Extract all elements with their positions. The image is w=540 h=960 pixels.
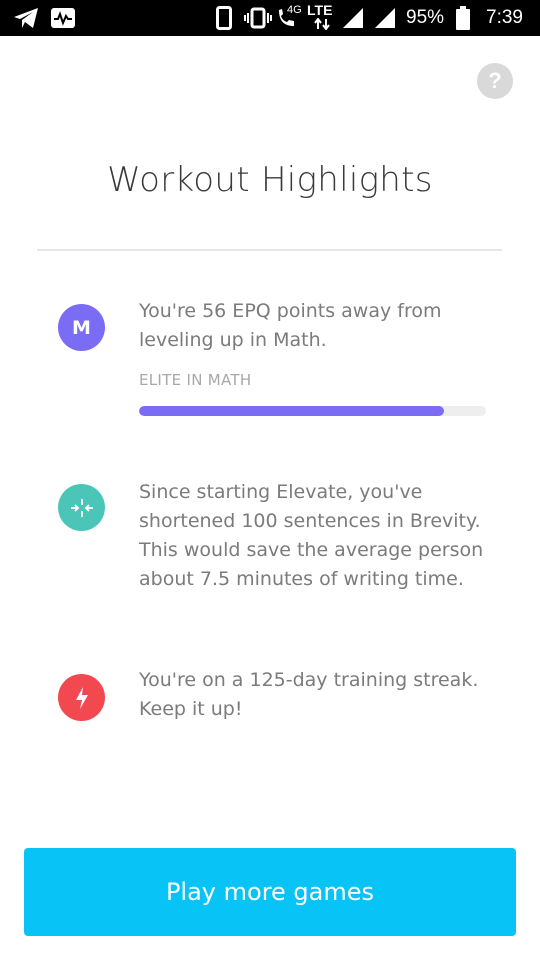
brevity-highlight-text: Since starting Elevate, you've shortened…	[139, 481, 484, 590]
signal-icon	[372, 0, 398, 36]
math-m-icon: M	[58, 304, 105, 351]
clock: 7:39	[486, 7, 523, 28]
math-icon-letter: M	[72, 316, 91, 339]
phone-device-icon	[214, 0, 234, 36]
help-button[interactable]: ?	[477, 63, 513, 99]
brevity-compress-icon	[58, 484, 105, 531]
network-type-label: 4G	[287, 4, 302, 16]
status-bar: 4G LTE 95% 7:39	[0, 0, 540, 36]
lightning-bolt-icon	[58, 674, 105, 721]
telegram-icon	[12, 0, 40, 36]
play-more-games-label: Play more games	[165, 878, 375, 906]
activity-icon	[49, 0, 77, 36]
battery-percent: 95%	[406, 7, 445, 28]
data-arrows-icon	[311, 6, 333, 42]
signal-icon	[340, 0, 366, 36]
page-title: Workout Highlights	[107, 160, 433, 200]
vibrate-icon	[243, 0, 273, 36]
level-progress-fill	[139, 406, 445, 416]
level-progress-bar	[139, 406, 486, 416]
question-mark-icon: ?	[488, 68, 502, 93]
streak-highlight-text: You're on a 125-day training streak. Kee…	[139, 669, 479, 720]
math-highlight-text: You're 56 EPQ points away from leveling …	[139, 300, 442, 351]
level-label: ELITE IN MATH	[139, 371, 252, 389]
battery-icon	[454, 0, 472, 36]
play-more-games-button[interactable]: Play more games	[24, 848, 516, 936]
divider	[37, 249, 502, 251]
